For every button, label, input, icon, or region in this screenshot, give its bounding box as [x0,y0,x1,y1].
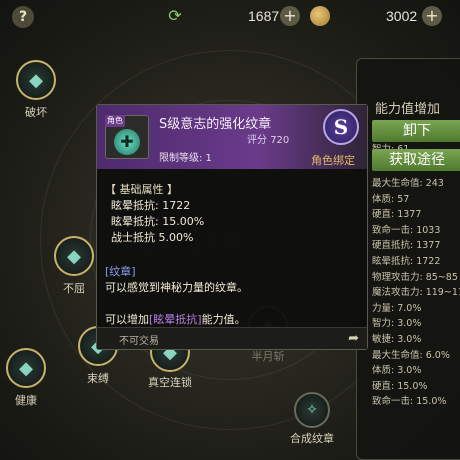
crest-shield-icon: ✚ [114,129,140,155]
skill-node-icon[interactable]: ✧ [294,392,330,428]
stat-line: 体质: 3.0% [372,365,422,377]
add-currency-2-icon[interactable]: + [422,6,442,26]
skill-node-icon[interactable]: ◆ [54,236,94,276]
skill-node-label: 合成纹章 [290,432,334,445]
stat-line: 魔法攻击力: 119~119 [372,287,460,299]
basic-stat-line: 战士抵抗 5.00% [111,231,194,244]
item-score: 评分 720 [247,131,289,146]
stat-line: 致命一击: 1033 [372,224,441,236]
stat-line: 体质: 57 [372,193,410,205]
effect-prefix: 可以增加 [105,313,149,326]
skill-node-label: 健康 [15,394,37,407]
stat-line: 最大生命值: 6.0% [372,349,450,361]
help-icon[interactable]: ? [12,6,34,28]
refresh-icon[interactable]: ⟳ [166,7,184,25]
skill-node-label: 真空连锁 [148,376,192,389]
item-tooltip: 角色 ✚ S级意志的强化纹章 评分 720 限制等级: 1 S 角色绑定 【 基… [96,104,368,350]
effect-suffix: 能力值。 [201,313,246,326]
skill-node-icon[interactable]: ◆ [6,348,46,388]
stat-line: 敏捷: 3.0% [372,333,422,345]
grade-badge: S [323,109,359,145]
crest-description: 可以感觉到神秘力量的纹章。 [105,281,248,294]
share-icon[interactable]: ➦ [348,331,359,346]
skill-node-icon[interactable]: ◆ [16,60,56,100]
trade-restriction: 不可交易 [119,336,159,347]
crest-effect-description: 可以增加[眩晕抵抗]能力值。 [105,311,246,327]
stat-line: 最大生命值: 243 [372,178,444,189]
panel-title: 能力值增加 [375,102,441,117]
effect-stat-link: [眩晕抵抗] [149,313,202,326]
skill-node-label: 破坏 [25,106,47,119]
coin-icon [310,6,330,26]
bind-tag: 角色绑定 [311,154,355,167]
stat-line: 硬直抵抗: 1377 [372,240,441,252]
currency-2-amount: 3002 [386,8,418,24]
score-label: 评分 [247,135,267,146]
unequip-button[interactable]: 卸下 [372,120,460,142]
stat-line: 物理攻击力: 85~85 [372,271,458,283]
stat-list: 最大生命值: 243 体质: 57 硬直: 1377 致命一击: 1033 硬直… [372,176,460,410]
stat-line: 力量: 7.0% [372,302,422,314]
basic-stats-title: 【 基础属性 】 [105,183,178,196]
basic-stat-line: 眩晕抵抗: 1722 [111,199,191,212]
tooltip-footer: 不可交易 ➦ [97,327,367,349]
skill-node-label: 不屈 [63,282,85,295]
stat-line: 硬直: 15.0% [372,380,428,392]
skill-node-label: 束缚 [87,372,109,385]
item-type-badge: 角色 [105,115,125,127]
currency-1-amount: 1687 [248,8,280,24]
obtain-method-button[interactable]: 获取途径 [372,149,460,171]
add-currency-1-icon[interactable]: + [280,6,300,26]
stat-line: 眩晕抵抗: 1722 [372,255,441,267]
item-name: S级意志的强化纹章 [159,117,272,132]
score-value: 720 [270,135,290,146]
crest-section-title: [纹章] [105,265,136,278]
level-limit: 限制等级: 1 [159,153,212,164]
stat-line: 硬直: 1377 [372,209,422,221]
basic-stat-line: 眩晕抵抗: 15.00% [111,215,205,228]
stat-line: 智力: 3.0% [372,318,422,330]
top-bar: ? ⟳ 1687 + 3002 + [0,0,460,36]
skill-node-label: 半月斩 [251,350,285,363]
stat-line: 致命一击: 15.0% [372,396,447,408]
